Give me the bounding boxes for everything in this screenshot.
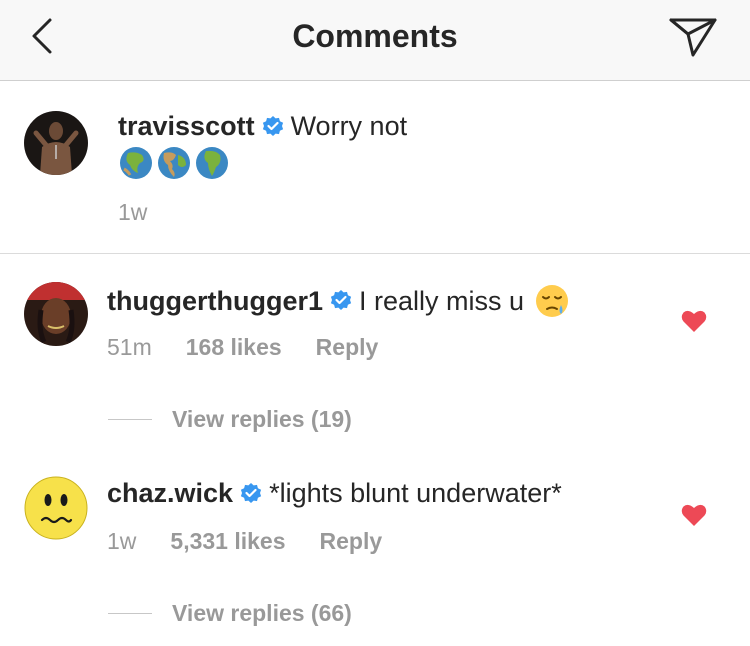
header-bar: Comments: [0, 0, 750, 81]
avatar[interactable]: [24, 476, 88, 540]
heart-icon[interactable]: [681, 503, 707, 527]
reply-button[interactable]: Reply: [320, 528, 383, 555]
likes-count[interactable]: 5,331 likes: [170, 528, 285, 555]
sleepy-face-icon: [536, 285, 569, 317]
worried-face-icon: [24, 476, 88, 540]
heart-icon[interactable]: [681, 309, 707, 333]
avatar[interactable]: [24, 111, 88, 175]
share-button[interactable]: [666, 14, 720, 60]
avatar[interactable]: [24, 282, 88, 346]
comment-text: I really miss u: [359, 285, 525, 316]
avatar-photo: [24, 111, 88, 175]
comment-text: *lights blunt underwater*: [269, 478, 562, 508]
page-title: Comments: [292, 18, 458, 54]
verified-badge-icon: [240, 482, 262, 503]
view-replies-button[interactable]: View replies (19): [108, 406, 352, 433]
emoji-row: [118, 145, 230, 181]
caption: travisscott Worry not 1w: [0, 81, 750, 254]
verified-badge-icon: [330, 290, 352, 310]
username[interactable]: chaz.wick: [107, 478, 233, 509]
comment-line: chaz.wick *lights blunt underwater*: [107, 478, 562, 509]
timestamp: 1w: [107, 528, 137, 554]
comment-text: Worry not: [290, 111, 408, 141]
likes-count[interactable]: 168 likes: [186, 334, 282, 361]
globe-americas-icon: [158, 147, 190, 179]
globe-asia-icon: [120, 147, 152, 179]
comment-meta: 51m 168 likes Reply: [107, 334, 378, 361]
timestamp: 51m: [107, 334, 152, 360]
globe-africa-icon: [196, 147, 228, 179]
avatar-photo: [24, 282, 88, 346]
comment-line: thuggerthugger1 I really miss u: [107, 283, 570, 319]
divider: [108, 419, 152, 420]
timestamp: 1w: [118, 199, 148, 225]
verified-badge-icon: [262, 115, 283, 136]
paper-plane-icon: [669, 18, 717, 57]
caption-meta: 1w: [118, 199, 147, 226]
view-replies-label: View replies (19): [172, 406, 352, 432]
username[interactable]: travisscott: [118, 111, 255, 142]
caption-line: travisscott Worry not: [118, 111, 407, 142]
divider: [108, 613, 152, 614]
username[interactable]: thuggerthugger1: [107, 286, 323, 317]
reply-button[interactable]: Reply: [316, 334, 379, 361]
comment-meta: 1w 5,331 likes Reply: [107, 528, 382, 555]
view-replies-label: View replies (66): [172, 600, 352, 626]
view-replies-button[interactable]: View replies (66): [108, 600, 352, 627]
